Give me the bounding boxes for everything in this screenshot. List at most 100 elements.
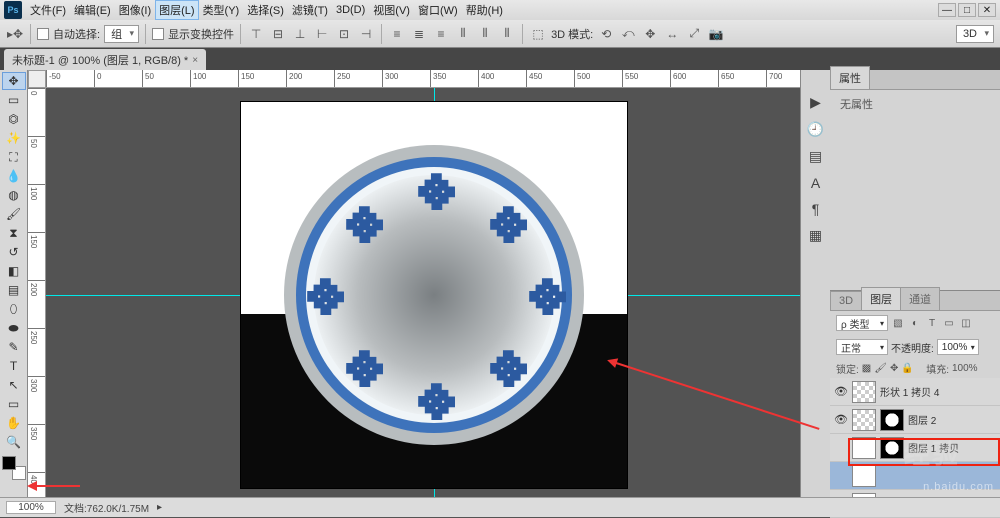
hand-tool[interactable]: ✋ — [2, 414, 26, 432]
foreground-color-swatch[interactable] — [2, 456, 16, 470]
lock-transparent-icon[interactable]: ▩ — [862, 363, 871, 374]
menu-file[interactable]: 文件(F) — [26, 0, 70, 20]
mode-3d-icon[interactable]: ⬚ — [529, 25, 547, 43]
move-tool[interactable]: ✥ — [2, 72, 26, 90]
layer-thumbnail[interactable] — [852, 409, 876, 431]
history-panel-icon[interactable]: 🕘 — [807, 121, 824, 138]
document-tab[interactable]: 未标题-1 @ 100% (图层 1, RGB/8) * × — [4, 49, 206, 71]
dodge-tool[interactable]: ⬬ — [2, 319, 26, 337]
stamp-tool[interactable]: ⧗ — [2, 224, 26, 242]
history-brush-tool[interactable]: ↺ — [2, 243, 26, 261]
eraser-tool[interactable]: ◧ — [2, 262, 26, 280]
ruler-origin[interactable] — [28, 70, 46, 88]
lock-all-icon[interactable]: 🔒 — [901, 363, 913, 374]
layer-row[interactable]: 👁 形状 1 拷贝 4 — [830, 378, 1000, 406]
3d-zoom-icon[interactable]: ⤢ — [685, 25, 703, 43]
blur-tool[interactable]: ⬯ — [2, 300, 26, 318]
crop-tool[interactable]: ⛶ — [2, 148, 26, 166]
3d-camera-icon[interactable]: 📷 — [707, 25, 725, 43]
minimize-icon[interactable]: — — [938, 3, 956, 17]
actions-panel-icon[interactable]: ▤ — [809, 148, 822, 165]
auto-select-checkbox[interactable] — [37, 28, 49, 40]
align-vcenter-icon[interactable]: ⊟ — [269, 25, 287, 43]
gradient-tool[interactable]: ▤ — [2, 281, 26, 299]
horizontal-ruler[interactable]: -500501001502002503003504004505005506006… — [46, 70, 800, 88]
3d-orbit-icon[interactable]: ⟲ — [597, 25, 615, 43]
tab-layers[interactable]: 图层 — [861, 287, 901, 310]
menu-help[interactable]: 帮助(H) — [462, 0, 507, 20]
menu-view[interactable]: 视图(V) — [369, 0, 414, 20]
menu-edit[interactable]: 编辑(E) — [70, 0, 115, 20]
dist-hcenter-icon[interactable]: ⦀ — [476, 25, 494, 43]
menu-layer[interactable]: 图层(L) — [155, 0, 198, 20]
swatches-panel-icon[interactable]: ▦ — [809, 227, 822, 244]
layer-name[interactable]: 形状 1 拷贝 4 — [880, 384, 939, 399]
dist-right-icon[interactable]: ⦀ — [498, 25, 516, 43]
align-hcenter-icon[interactable]: ⊡ — [335, 25, 353, 43]
lock-pixels-icon[interactable]: 🖌 — [874, 363, 887, 374]
menu-filter[interactable]: 滤镜(T) — [288, 0, 332, 20]
layer-thumbnail[interactable] — [852, 465, 876, 487]
menu-image[interactable]: 图像(I) — [115, 0, 155, 20]
3d-roll-icon[interactable]: ⤺ — [619, 25, 637, 43]
3d-pan-icon[interactable]: ✥ — [641, 25, 659, 43]
shape-tool[interactable]: ▭ — [2, 395, 26, 413]
magic-wand-tool[interactable]: ✨ — [2, 129, 26, 147]
layer-row[interactable]: 👁 图层 2 — [830, 406, 1000, 434]
zoom-field[interactable]: 100% — [6, 501, 56, 514]
layer-mask-thumbnail[interactable] — [880, 437, 904, 459]
layer-kind-dropdown[interactable]: ρ 类型 — [836, 315, 888, 331]
properties-tab[interactable]: 属性 — [830, 66, 870, 89]
layer-name[interactable]: 图层 1 拷贝 — [908, 440, 959, 455]
layer-thumbnail[interactable] — [852, 437, 876, 459]
lock-position-icon[interactable]: ✥ — [890, 363, 898, 374]
visibility-toggle-icon[interactable]: 👁 — [834, 413, 848, 426]
layer-row[interactable] — [830, 462, 1000, 490]
close-icon[interactable]: ✕ — [978, 3, 996, 17]
filter-type-icon[interactable]: T — [925, 316, 939, 330]
visibility-toggle-icon[interactable]: 👁 — [834, 385, 848, 398]
align-bottom-icon[interactable]: ⊥ — [291, 25, 309, 43]
tab-channels[interactable]: 通道 — [900, 287, 940, 310]
lasso-tool[interactable]: ⏣ — [2, 110, 26, 128]
filter-shape-icon[interactable]: ▭ — [942, 316, 956, 330]
pen-tool[interactable]: ✎ — [2, 338, 26, 356]
marquee-tool[interactable]: ▭ — [2, 91, 26, 109]
brush-tool[interactable]: 🖌 — [2, 205, 26, 223]
document-canvas[interactable]: ◆◆◆◆◆◆◆◆◆ ◆◆◆◆◆◆◆◆◆ ◆◆◆◆◆◆◆◆◆ ◆◆◆◆◆◆◆◆◆ … — [241, 102, 627, 488]
blend-mode-dropdown[interactable]: 正常 — [836, 339, 888, 355]
vertical-ruler[interactable]: 050100150200250300350400 — [28, 88, 46, 497]
move-tool-preset-icon[interactable]: ▸✥ — [6, 25, 24, 43]
zoom-tool[interactable]: 🔍 — [2, 433, 26, 451]
layer-thumbnail[interactable] — [852, 381, 876, 403]
paragraph-panel-icon[interactable]: ¶ — [812, 201, 820, 217]
tab-close-icon[interactable]: × — [192, 55, 198, 66]
path-select-tool[interactable]: ↖ — [2, 376, 26, 394]
menu-select[interactable]: 选择(S) — [243, 0, 288, 20]
tab-3d[interactable]: 3D — [830, 291, 862, 310]
opacity-field[interactable]: 100% — [937, 339, 979, 355]
expand-dock-icon[interactable]: ▶ — [810, 94, 821, 111]
dist-left-icon[interactable]: ⦀ — [454, 25, 472, 43]
menu-window[interactable]: 窗口(W) — [414, 0, 462, 20]
align-right-icon[interactable]: ⊣ — [357, 25, 375, 43]
type-tool[interactable]: T — [2, 357, 26, 375]
healing-tool[interactable]: ◍ — [2, 186, 26, 204]
layer-mask-thumbnail[interactable] — [880, 409, 904, 431]
filter-adjust-icon[interactable]: ◐ — [908, 316, 922, 330]
canvas-viewport[interactable]: ◆◆◆◆◆◆◆◆◆ ◆◆◆◆◆◆◆◆◆ ◆◆◆◆◆◆◆◆◆ ◆◆◆◆◆◆◆◆◆ … — [46, 88, 800, 497]
menu-3d[interactable]: 3D(D) — [332, 2, 369, 18]
layer-row[interactable]: 图层 1 拷贝 — [830, 434, 1000, 462]
fill-field[interactable]: 100% — [952, 363, 994, 374]
dist-vcenter-icon[interactable]: ≣ — [410, 25, 428, 43]
filter-pixel-icon[interactable]: ▧ — [891, 316, 905, 330]
dist-bottom-icon[interactable]: ≡ — [432, 25, 450, 43]
align-top-icon[interactable]: ⊤ — [247, 25, 265, 43]
dist-top-icon[interactable]: ≡ — [388, 25, 406, 43]
maximize-icon[interactable]: □ — [958, 3, 976, 17]
character-panel-icon[interactable]: A — [811, 175, 820, 191]
layer-name[interactable]: 图层 2 — [908, 412, 936, 427]
align-left-icon[interactable]: ⊢ — [313, 25, 331, 43]
eyedropper-tool[interactable]: 💧 — [2, 167, 26, 185]
color-swatches[interactable] — [2, 456, 26, 480]
